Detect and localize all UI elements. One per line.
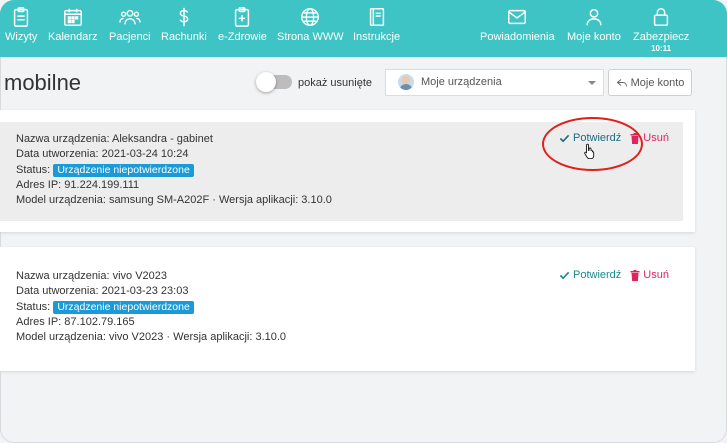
calendar-icon — [63, 8, 82, 26]
reply-arrow-icon — [616, 78, 627, 87]
device-status: Status: Urządzenie niepotwierdzone — [16, 163, 332, 178]
device-card: Nazwa urządzenia: vivo V2023 Data utworz… — [0, 247, 695, 371]
device-actions: Potwierdź Usuń — [559, 269, 669, 281]
nav-label: Kalendarz — [48, 31, 98, 43]
show-deleted-toggle[interactable] — [256, 72, 292, 92]
back-button-label: Moje konto — [630, 76, 685, 89]
nav-item-moje-konto[interactable]: Moje konto — [567, 6, 621, 43]
nav-label: e-Zdrowie — [218, 31, 267, 43]
status-label: Status: — [16, 300, 51, 313]
confirm-label: Potwierdź — [573, 269, 622, 281]
avatar — [398, 74, 414, 90]
nav-item-zabezpiecz[interactable]: Zabezpiecz 10:11 — [633, 6, 689, 53]
device-ip: Adres IP: 87.102.79.165 — [16, 315, 135, 328]
nav-item-powiadomienia[interactable]: Powiadomienia — [480, 6, 555, 43]
book-icon — [369, 8, 384, 26]
device-model: Model urządzenia: samsung SM-A202F · Wer… — [16, 194, 332, 207]
delete-label: Usuń — [643, 269, 669, 281]
delete-label: Usuń — [643, 132, 669, 144]
top-navigation-bar: Wizyty Kalendarz Pacjenci Rachunki e-Zdr… — [0, 0, 727, 57]
medical-clipboard-icon — [235, 7, 250, 27]
chevron-down-icon — [588, 81, 596, 85]
back-to-account-button[interactable]: Moje konto — [608, 69, 692, 96]
user-icon — [586, 8, 602, 26]
dollar-icon — [179, 7, 189, 27]
nav-item-wizyty[interactable]: Wizyty — [5, 6, 37, 43]
status-label: Status: — [16, 163, 51, 176]
patients-icon — [119, 9, 141, 25]
select-value: Moje urządzenia — [421, 76, 502, 88]
page-title: mobilne — [4, 70, 82, 95]
app-window: Wizyty Kalendarz Pacjenci Rachunki e-Zdr… — [0, 0, 727, 443]
nav-label: Wizyty — [5, 31, 38, 43]
toggle-knob — [256, 72, 276, 92]
device-info: Nazwa urządzenia: Aleksandra - gabinet D… — [16, 132, 332, 208]
nav-item-kalendarz[interactable]: Kalendarz — [48, 6, 98, 43]
status-badge: Urządzenie niepotwierdzone — [53, 300, 194, 314]
nav-item-pacjenci[interactable]: Pacjenci — [109, 6, 151, 43]
trash-icon — [630, 269, 640, 281]
clipboard-icon — [14, 7, 29, 27]
nav-label: Instrukcje — [353, 31, 401, 43]
nav-label: Pacjenci — [109, 31, 151, 43]
device-model: Model urządzenia: vivo V2023 · Wersja ap… — [16, 331, 287, 344]
device-ip: Adres IP: 91.224.199.111 — [16, 178, 140, 191]
nav-label: Powiadomienia — [480, 31, 555, 43]
device-status: Status: Urządzenie niepotwierdzone — [16, 300, 286, 315]
session-timer: 10:11 — [651, 44, 672, 53]
device-name: Nazwa urządzenia: vivo V2023 — [16, 270, 168, 282]
nav-item-e-zdrowie[interactable]: e-Zdrowie — [218, 6, 267, 43]
hand-pointer-cursor-icon — [584, 143, 595, 159]
nav-label: Zabezpiecz — [633, 31, 690, 43]
device-created-date: Data utworzenia: 2021-03-23 23:03 — [16, 285, 189, 298]
device-owner-select[interactable]: Moje urządzenia — [385, 69, 604, 96]
nav-label: Rachunki — [161, 31, 207, 43]
nav-item-strona-www[interactable]: Strona WWW — [277, 6, 344, 43]
envelope-icon — [508, 9, 527, 25]
status-badge: Urządzenie niepotwierdzone — [53, 163, 194, 177]
confirm-device-button[interactable]: Potwierdź — [559, 269, 621, 281]
check-icon — [559, 271, 570, 279]
nav-label: Moje konto — [567, 31, 621, 43]
delete-device-button[interactable]: Usuń — [630, 269, 669, 281]
device-info: Nazwa urządzenia: vivo V2023 Data utworz… — [16, 269, 286, 345]
nav-item-instrukcje[interactable]: Instrukcje — [353, 6, 400, 43]
device-created-date: Data utworzenia: 2021-03-24 10:24 — [16, 148, 189, 161]
globe-icon — [301, 8, 320, 26]
device-name: Nazwa urządzenia: Aleksandra - gabinet — [16, 133, 213, 145]
show-deleted-label: pokaż usunięte — [298, 77, 372, 89]
lock-icon — [653, 8, 669, 26]
nav-item-rachunki[interactable]: Rachunki — [161, 6, 207, 43]
page-header: mobilne pokaż usunięte Moje urządzenia M… — [0, 57, 727, 107]
nav-label: Strona WWW — [277, 31, 344, 43]
